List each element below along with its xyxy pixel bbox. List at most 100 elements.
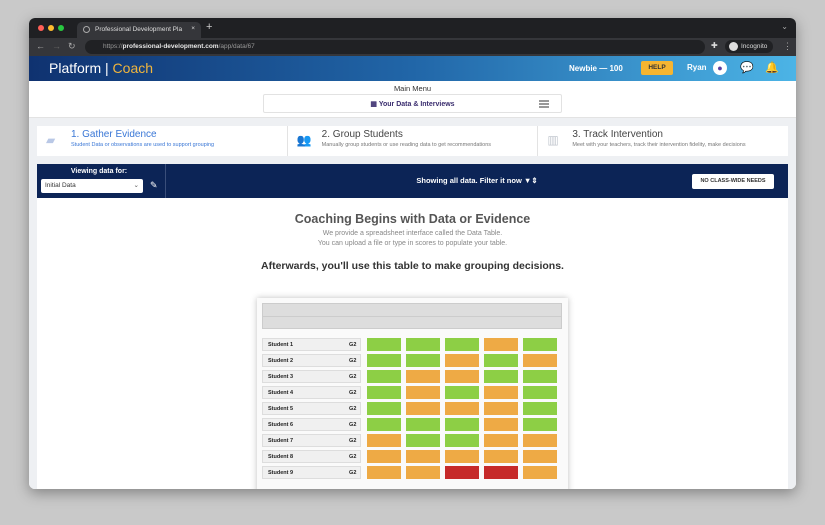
browser-window: Professional Development Pla × + ⌄ ← → ↻ … (29, 18, 796, 489)
table-header (262, 303, 562, 329)
brand-name: Platform (49, 60, 102, 76)
step-gather-evidence[interactable]: ▰ 1. Gather Evidence Student Data or obser… (37, 126, 288, 156)
chevron-down-icon: ⌄ (133, 182, 139, 189)
user-name[interactable]: Ryan (687, 63, 707, 72)
student-label: Student 7 G2 (262, 434, 362, 447)
score-cell (367, 418, 401, 431)
score-cell (523, 370, 557, 383)
score-cell (484, 354, 518, 367)
score-cell (445, 386, 479, 399)
page-body: ▰ 1. Gather Evidence Student Data or obser… (29, 118, 796, 489)
student-name: Student 3 (268, 374, 294, 380)
score-cell (367, 450, 401, 463)
main-menu-select[interactable]: ▦ Your Data & Interviews (263, 94, 562, 113)
steps-bar: ▰ 1. Gather Evidence Student Data or obser… (37, 126, 788, 156)
student-grade: G2 (349, 454, 357, 460)
score-cell (367, 434, 401, 447)
score-cell (445, 450, 479, 463)
globe-icon (83, 26, 90, 33)
no-class-wide-needs-button[interactable]: NO CLASS-WIDE NEEDS (692, 174, 774, 189)
level-badge: Newbie — 100 (569, 64, 623, 73)
bell-icon[interactable]: 🔔 (765, 61, 779, 74)
viewing-data-panel: Viewing data for: Initial Data ⌄ ✎ (37, 164, 166, 198)
score-cell (523, 338, 557, 351)
student-grade: G2 (349, 422, 357, 428)
score-cell (484, 418, 518, 431)
viewing-value: Initial Data (45, 182, 76, 189)
score-cell (484, 402, 518, 415)
back-icon[interactable]: ← (36, 41, 45, 51)
score-cell (523, 450, 557, 463)
score-cell (406, 434, 440, 447)
reload-icon[interactable]: ↻ (68, 41, 76, 52)
tab-title: Professional Development Pla (95, 26, 183, 33)
tab-bar: Professional Development Pla × + ⌄ (29, 18, 796, 38)
intro-line-2: You can upload a file or type in scores … (317, 240, 508, 247)
url-domain: professional-development.com (122, 43, 219, 50)
score-cell (406, 418, 440, 431)
data-table-preview: Student 1 G2 Student 2 G2 Student 3 G2 Student… (257, 298, 568, 489)
student-name: Student 2 (268, 358, 294, 364)
score-cell (523, 434, 557, 447)
new-tab-button[interactable]: + (206, 21, 212, 33)
score-cell (406, 338, 440, 351)
viewing-label: Viewing data for: (70, 168, 128, 175)
score-cell (406, 354, 440, 367)
step-title: 1. Gather Evidence (71, 129, 157, 140)
url-input[interactable]: https://professional-development.com/app… (85, 40, 705, 54)
close-window-button[interactable] (38, 25, 44, 31)
student-label: Student 8 G2 (262, 450, 362, 463)
app-header: Platform | Coach Newbie — 100 HELP Ryan … (29, 56, 796, 81)
step-track-intervention[interactable]: ▥ 3. Track Intervention Meet with your tea… (538, 126, 788, 156)
browser-tab[interactable]: Professional Development Pla × (77, 22, 201, 38)
student-grade: G2 (349, 374, 357, 380)
score-cell (484, 466, 518, 479)
maximize-window-button[interactable] (58, 25, 64, 31)
hamburger-icon[interactable] (539, 100, 549, 108)
tab-close-icon[interactable]: × (191, 25, 195, 32)
browser-menu-icon[interactable]: ⋮ (783, 41, 792, 52)
viewing-data-select[interactable]: Initial Data ⌄ (41, 179, 143, 193)
student-label: Student 9 G2 (262, 466, 362, 479)
score-cell (445, 418, 479, 431)
score-cell (406, 450, 440, 463)
step-title: 3. Track Intervention (572, 129, 663, 140)
table-row: Student 9 G2 (262, 466, 562, 482)
score-cell (484, 434, 518, 447)
table-row: Student 8 G2 (262, 450, 562, 466)
extensions-icon[interactable]: ✚ (711, 41, 718, 50)
score-cell (367, 466, 401, 479)
student-label: Student 4 G2 (262, 386, 362, 399)
score-cell (484, 386, 518, 399)
score-cell (406, 466, 440, 479)
score-cell (523, 466, 557, 479)
step-desc: Meet with your teachers, track their int… (572, 142, 746, 148)
intro-line-3: Afterwards, you'll use this table to mak… (261, 260, 564, 272)
help-button[interactable]: HELP (641, 61, 673, 75)
student-grade: G2 (349, 406, 357, 412)
forward-icon[interactable]: → (52, 41, 61, 51)
table-icon: ▦ (370, 101, 379, 108)
step-group-students[interactable]: 👥 2. Group Students Manually group student… (288, 126, 539, 156)
minimize-window-button[interactable] (48, 25, 54, 31)
student-name: Student 4 (268, 390, 294, 396)
tab-search-chevron-icon[interactable]: ⌄ (781, 22, 788, 31)
folder-icon: ▰ (46, 133, 56, 147)
avatar-icon[interactable]: ● (713, 61, 727, 75)
brand-logo[interactable]: Platform | Coach (49, 60, 153, 76)
data-toolbar: Viewing data for: Initial Data ⌄ ✎ Showin… (37, 164, 788, 198)
table-row: Student 7 G2 (262, 434, 562, 450)
score-cell (484, 338, 518, 351)
table-row: Student 6 G2 (262, 418, 562, 434)
student-label: Student 3 G2 (262, 370, 362, 383)
table-row: Student 1 G2 (262, 338, 562, 354)
incognito-badge[interactable]: Incognito (725, 40, 774, 53)
student-name: Student 1 (268, 342, 294, 348)
address-bar-row: ← → ↻ https://professional-development.c… (29, 38, 796, 56)
chat-icon[interactable]: 💬 (740, 61, 754, 74)
edit-icon[interactable]: ✎ (150, 180, 158, 191)
step-desc: Manually group students or use reading d… (321, 142, 492, 148)
score-cell (367, 386, 401, 399)
score-cell (523, 402, 557, 415)
score-cell (445, 402, 479, 415)
